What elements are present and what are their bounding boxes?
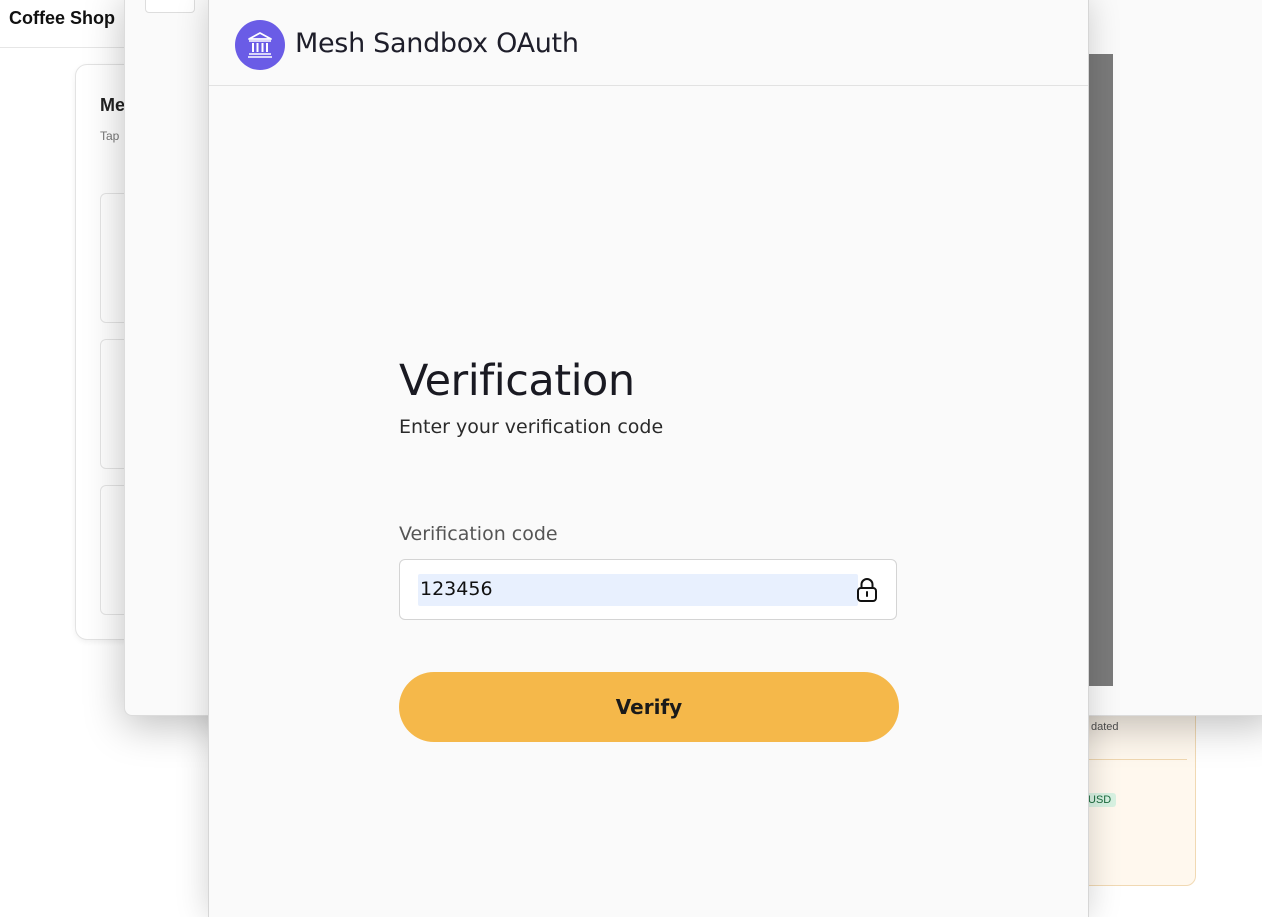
page-subtitle: Enter your verification code xyxy=(399,416,664,438)
page-title: Verification xyxy=(399,356,635,406)
lock-icon[interactable] xyxy=(856,577,878,608)
oauth-modal: Mesh Sandbox OAuth Verification Enter yo… xyxy=(208,0,1089,917)
background-card-subtitle: Tap xyxy=(100,129,120,143)
modal-header: Mesh Sandbox OAuth xyxy=(209,0,1088,86)
bank-icon xyxy=(235,20,285,70)
verify-button[interactable]: Verify xyxy=(399,672,899,742)
verification-code-input[interactable]: 123456 xyxy=(420,578,493,600)
background-overlay-panel xyxy=(1085,54,1113,686)
background-card-title: Me xyxy=(100,95,126,115)
verification-code-label: Verification code xyxy=(399,523,558,545)
divider xyxy=(1079,759,1187,760)
bank-icon-glyph xyxy=(248,32,272,58)
app-title: Coffee Shop xyxy=(9,8,115,28)
verification-code-field[interactable]: 123456 xyxy=(399,559,897,620)
modal-title: Mesh Sandbox OAuth xyxy=(295,28,579,59)
background-dialog-tab[interactable] xyxy=(145,0,195,13)
updated-text: dated xyxy=(1091,721,1119,733)
